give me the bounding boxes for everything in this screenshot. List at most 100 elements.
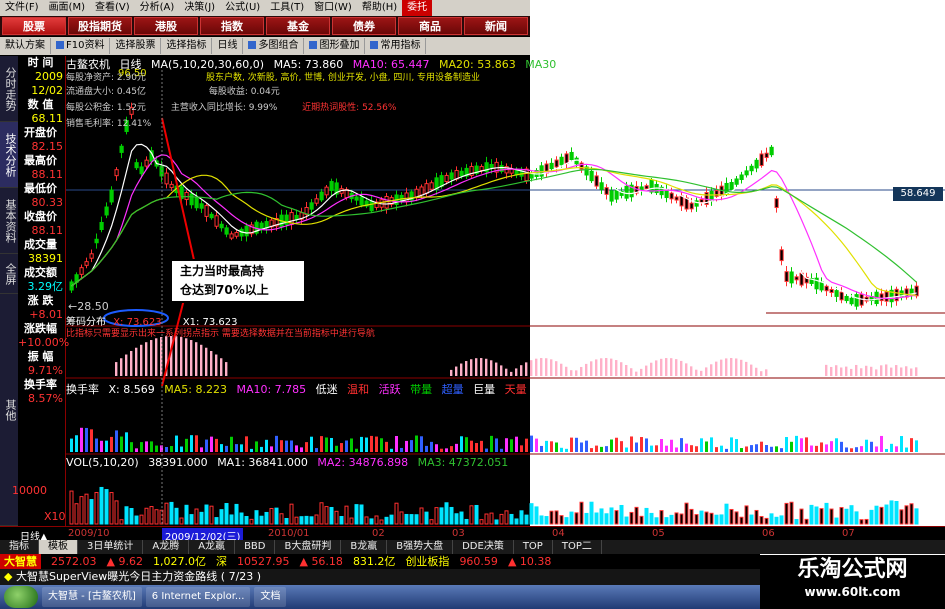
- tab-hk-stocks[interactable]: 港股: [134, 17, 198, 35]
- menu-screen[interactable]: 画面(M): [44, 0, 90, 16]
- tab-stocks[interactable]: 股票: [2, 17, 66, 35]
- volume-bar: [129, 507, 134, 525]
- chart-area[interactable]: 古鳌农机 日线 MA(5,10,20,30,60,0) MA5: 73.860 …: [12, 56, 945, 526]
- candle: [599, 182, 604, 190]
- select-stock-button[interactable]: 选择股票: [110, 38, 162, 54]
- info-volume: 38391: [28, 252, 63, 265]
- sz-label: 深: [215, 555, 227, 568]
- message-bar[interactable]: ◆ 大智慧SuperView曝光今日主力资金路线 ( 7/23 ): [0, 569, 760, 585]
- taskbar-browser[interactable]: 6 Internet Explor...: [145, 587, 251, 607]
- turnover-bar: [210, 436, 213, 452]
- candle: [594, 175, 599, 187]
- turnover-bar: [530, 435, 533, 452]
- vtab-fullscreen[interactable]: 全屏: [0, 254, 18, 294]
- volume-bar: [454, 513, 459, 525]
- btab-top2[interactable]: TOP二: [553, 540, 602, 554]
- menu-decision[interactable]: 决策(J): [179, 0, 220, 16]
- chip-bar: [765, 369, 768, 376]
- message-text: 大智慧SuperView曝光今日主力资金路线 ( 7/23 ): [15, 570, 262, 583]
- btab-dde[interactable]: DDE决策: [453, 540, 514, 554]
- candle: [679, 195, 684, 207]
- tab-index-futures[interactable]: 股指期货: [68, 17, 132, 35]
- turnover-x: X: 8.569: [108, 383, 155, 396]
- turnover-bar: [510, 439, 513, 452]
- taskbar-docs[interactable]: 文档: [254, 587, 287, 607]
- volume-bar: [294, 516, 299, 525]
- annotation-box: 主力当时最高持 仓达到70%以上: [170, 259, 306, 303]
- btab-b-strong[interactable]: B强势大盘: [387, 540, 454, 554]
- tab-news[interactable]: 新闻: [464, 17, 528, 35]
- menu-analysis[interactable]: 分析(A): [135, 0, 180, 16]
- scheme-select[interactable]: 默认方案: [0, 38, 51, 54]
- menu-tools[interactable]: 工具(T): [265, 0, 309, 16]
- chip-bar: [905, 366, 908, 376]
- turnover-bar: [670, 439, 673, 452]
- vtab-technical[interactable]: 技术分析: [0, 122, 18, 188]
- btab-3day[interactable]: 3日单统计: [78, 540, 144, 554]
- multi-chart-button[interactable]: 多图组合: [243, 38, 305, 54]
- btab-template[interactable]: 模板: [39, 540, 78, 554]
- menu-help[interactable]: 帮助(H): [357, 0, 402, 16]
- volume-bar: [124, 506, 129, 525]
- turnover-bar: [835, 438, 838, 452]
- turnover-bar: [255, 441, 258, 452]
- turnover-bar: [580, 442, 583, 452]
- select-indicator-button[interactable]: 选择指标: [161, 38, 213, 54]
- overlay-label: 图形叠加: [319, 40, 360, 51]
- candle: [574, 157, 579, 165]
- tab-funds[interactable]: 基金: [266, 17, 330, 35]
- volume-header: VOL(5,10,20) 38391.000 MA1: 36841.000 MA…: [66, 456, 514, 469]
- turnover-bar: [115, 430, 118, 452]
- common-indicator-button[interactable]: 常用指标: [365, 38, 427, 54]
- turnover-bar: [395, 436, 398, 452]
- overlay-button[interactable]: 图形叠加: [304, 38, 366, 54]
- btab-bbd[interactable]: BBD: [235, 540, 276, 554]
- chip-bar: [565, 366, 568, 376]
- btab-a-longteng[interactable]: A龙腾: [143, 540, 190, 554]
- chip-bar: [460, 363, 463, 376]
- btab-b-longying[interactable]: B龙嬴: [341, 540, 388, 554]
- menu-window[interactable]: 窗口(W): [309, 0, 357, 16]
- taskbar-app[interactable]: 大智慧 - [古鳌农机]: [42, 587, 142, 607]
- f10-button[interactable]: F10资料: [51, 38, 111, 54]
- turnover-bar: [360, 436, 363, 452]
- turnover-title: 换手率: [66, 383, 99, 396]
- menu-formula[interactable]: 公式(U): [220, 0, 265, 16]
- candle: [119, 145, 124, 153]
- chip-bar: [880, 365, 883, 376]
- chip-bars-layer: [115, 336, 918, 376]
- volume-bar: [614, 510, 619, 525]
- btab-top[interactable]: TOP: [514, 540, 553, 554]
- start-button[interactable]: [4, 586, 38, 608]
- turnover-bar: [380, 438, 383, 452]
- chip-bar: [825, 364, 828, 376]
- turnover-bar: [555, 442, 558, 452]
- chip-bar: [605, 358, 608, 376]
- turnover-bar: [760, 441, 763, 452]
- turnover-bar: [620, 441, 623, 452]
- vtab-intraday[interactable]: 分时走势: [0, 56, 18, 122]
- volume-bar: [209, 505, 214, 525]
- btab-a-longying[interactable]: A龙嬴: [189, 540, 236, 554]
- turnover-bar: [485, 448, 488, 452]
- menu-trade[interactable]: 委托: [402, 0, 433, 16]
- chip-bar: [205, 347, 208, 376]
- vtab-basic-info[interactable]: 基本资料: [0, 188, 18, 254]
- btab-b-market[interactable]: B大盘研判: [275, 540, 342, 554]
- tab-commodities[interactable]: 商品: [398, 17, 462, 35]
- btab-indicator[interactable]: 指标: [0, 540, 39, 554]
- menu-file[interactable]: 文件(F): [0, 0, 44, 16]
- volume-bar: [764, 517, 769, 525]
- chip-bar: [470, 359, 473, 376]
- volume-bar: [79, 496, 84, 525]
- volume-bar: [699, 510, 704, 525]
- candle: [164, 172, 169, 185]
- turnover-bar: [820, 442, 823, 452]
- candle: [204, 205, 209, 217]
- tab-bonds[interactable]: 债券: [332, 17, 396, 35]
- period-button[interactable]: 日线: [212, 38, 244, 54]
- candle: [744, 170, 749, 176]
- menu-view[interactable]: 查看(V): [90, 0, 135, 16]
- turnover-bar: [365, 437, 368, 452]
- tab-index[interactable]: 指数: [200, 17, 264, 35]
